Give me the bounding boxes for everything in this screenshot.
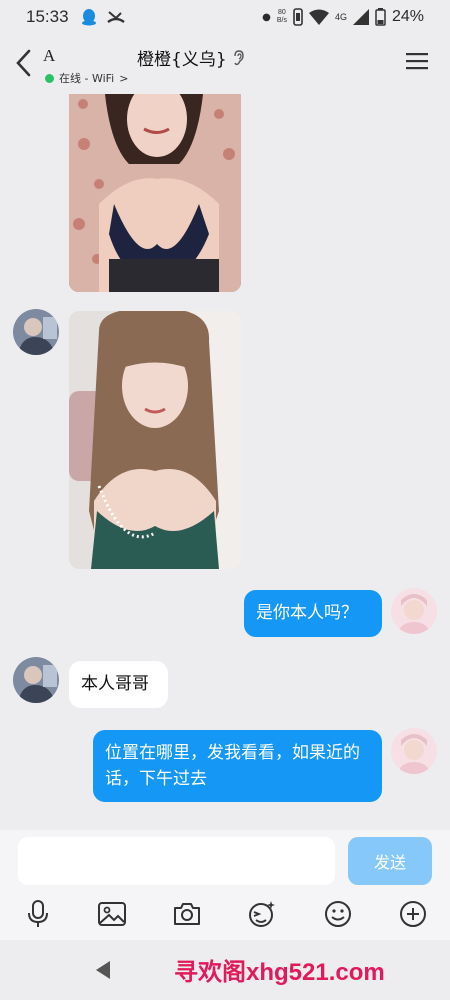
composer: 发送: [0, 830, 450, 940]
photo-selfie-1: [69, 94, 241, 292]
signal-label: 4G: [334, 12, 347, 22]
message-image[interactable]: [69, 94, 241, 292]
battery-percent: 24%: [391, 8, 424, 25]
avatar-image: [391, 728, 437, 774]
user-avatar[interactable]: [391, 588, 437, 634]
avatar-image: [391, 588, 437, 634]
chat-header: A 在线 - WiFi > 橙橙{义乌}: [0, 34, 450, 94]
online-status[interactable]: 在线 - WiFi >: [45, 70, 128, 86]
emoji-icon[interactable]: [318, 894, 358, 934]
chevron-right-icon: >: [119, 71, 129, 85]
avatar-image: [13, 309, 59, 355]
contact-avatar[interactable]: [13, 309, 59, 355]
message-bubble-outgoing[interactable]: 是你本人吗？: [244, 590, 382, 637]
watermark: 寻欢阁xhg521.com: [174, 959, 385, 986]
menu-icon[interactable]: [406, 52, 428, 70]
back-icon[interactable]: [12, 48, 36, 78]
send-button[interactable]: 发送: [348, 837, 432, 885]
qq-icon: [81, 9, 96, 26]
contact-name: 橙橙{义乌}: [137, 50, 227, 70]
mic-icon[interactable]: [18, 894, 58, 934]
emoji-gif-icon[interactable]: [242, 894, 282, 934]
cell-signal-icon: [352, 9, 369, 25]
message-input[interactable]: [18, 837, 335, 885]
ear-icon: [233, 49, 244, 65]
plus-icon[interactable]: [393, 894, 433, 934]
contact-initial[interactable]: A: [43, 46, 55, 66]
message-bubble-incoming[interactable]: 本人哥哥: [69, 661, 168, 708]
wifi-icon: [308, 9, 329, 25]
missed-call-icon: [106, 11, 125, 23]
status-bar: 15:33 ● 80 B/s 4G 24%: [0, 0, 450, 34]
camera-icon[interactable]: [167, 894, 207, 934]
avatar-image: [13, 657, 59, 703]
composer-toolbar: [0, 894, 450, 934]
contact-avatar[interactable]: [13, 657, 59, 703]
page-title[interactable]: 橙橙{义乌}: [137, 45, 245, 70]
online-text: 在线 - WiFi: [59, 72, 115, 85]
message-bubble-outgoing[interactable]: 位置在哪里，发我看看，如果近的话，下午过去: [93, 730, 382, 802]
dot-icon: ●: [262, 11, 271, 23]
vibrate-icon: [293, 8, 303, 26]
image-icon[interactable]: [92, 894, 132, 934]
status-time: 15:33: [26, 7, 69, 26]
user-avatar[interactable]: [391, 728, 437, 774]
chat-area[interactable]: 是你本人吗？ 本人哥哥 位置在哪里，发我看看，如果近的话，下午过去: [0, 94, 450, 830]
net-speed: 80 B/s: [276, 9, 287, 24]
battery-icon: [375, 8, 386, 26]
photo-selfie-2: [69, 311, 241, 569]
system-nav-bar: 寻欢阁xhg521.com: [0, 940, 450, 1000]
nav-back-icon[interactable]: [94, 960, 112, 980]
message-image[interactable]: [69, 311, 241, 569]
online-dot-icon: [45, 73, 54, 83]
